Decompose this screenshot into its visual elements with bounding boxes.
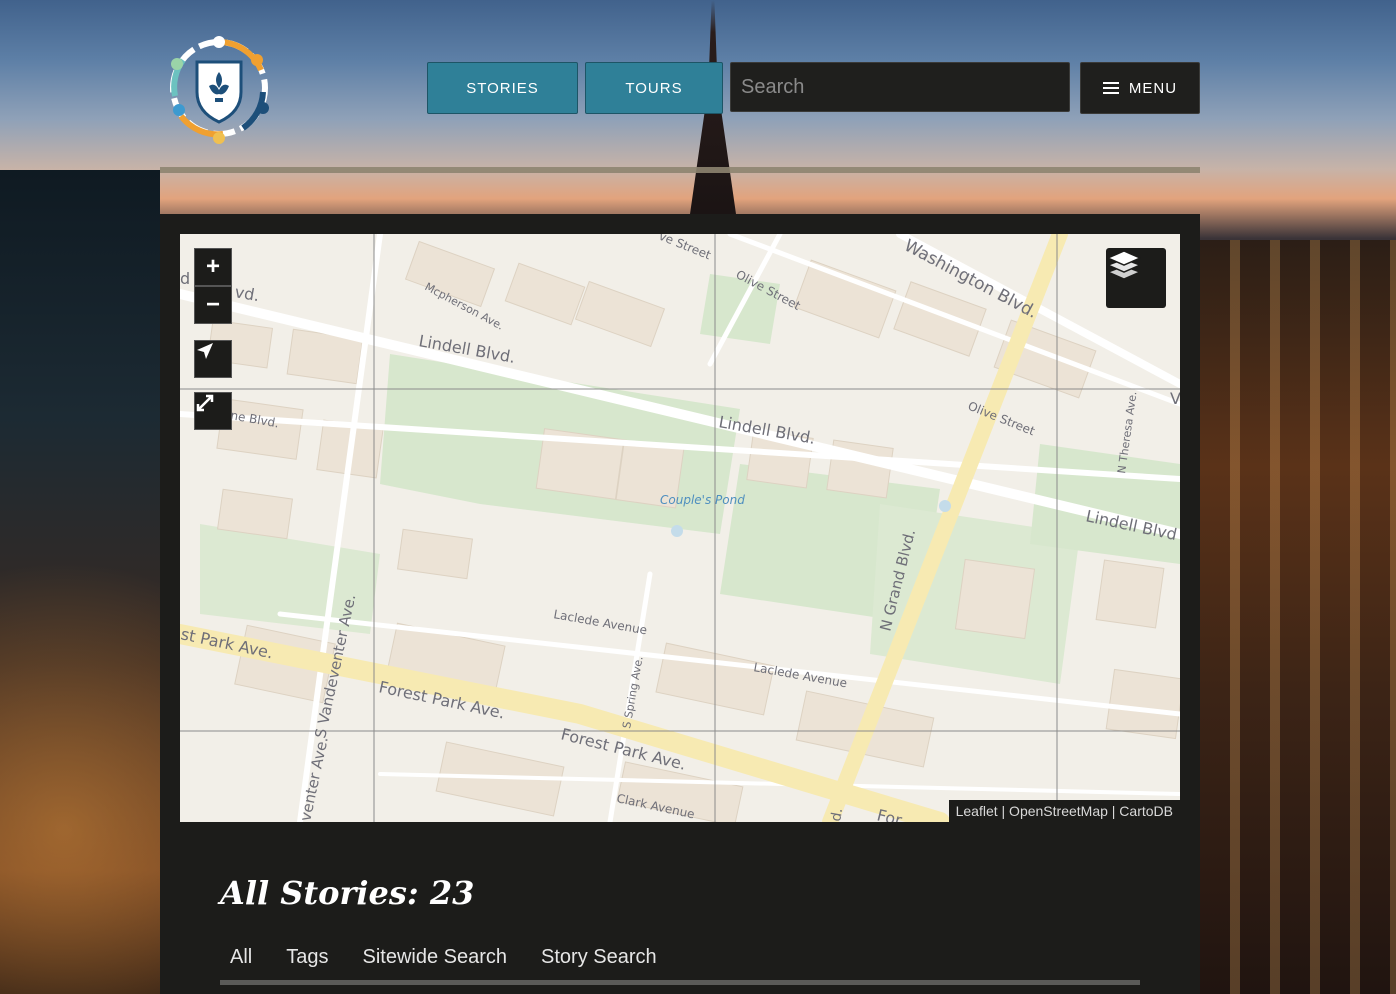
- search-input[interactable]: [730, 62, 1070, 112]
- nav-stories-button[interactable]: STORIES: [427, 62, 578, 114]
- location-arrow-icon: [197, 343, 213, 359]
- story-tabs: All Tags Sitewide Search Story Search: [220, 942, 1140, 985]
- map-attribution[interactable]: Leaflet | OpenStreetMap | CartoDB: [948, 800, 1180, 822]
- nav-tours-button[interactable]: TOURS: [585, 62, 723, 114]
- header-divider: [160, 167, 1200, 173]
- tab-tags[interactable]: Tags: [269, 942, 345, 976]
- map-label-lindell-left-prefix: d: [180, 269, 190, 288]
- main-panel: Washington Blvd. Olive Street Olive Stre…: [160, 214, 1200, 994]
- menu-label: MENU: [1128, 79, 1178, 97]
- zoom-out-button[interactable]: −: [194, 286, 232, 324]
- fullscreen-button[interactable]: [194, 392, 232, 430]
- map-label-pond: Couple's Pond: [660, 493, 745, 507]
- tab-story-search[interactable]: Story Search: [524, 942, 674, 976]
- map-tiles[interactable]: Washington Blvd. Olive Street Olive Stre…: [180, 234, 1180, 822]
- zoom-in-button[interactable]: +: [194, 248, 232, 286]
- layers-icon: [1106, 250, 1142, 280]
- layers-button[interactable]: [1106, 248, 1166, 308]
- map[interactable]: Washington Blvd. Olive Street Olive Stre…: [180, 234, 1180, 822]
- map-label-v-right: V: [1170, 389, 1180, 408]
- background-right-building: [1200, 240, 1396, 994]
- locate-button[interactable]: [194, 340, 232, 378]
- background-left-city: [0, 170, 160, 994]
- hamburger-icon: [1102, 82, 1119, 94]
- page-title: All Stories: 23: [220, 874, 475, 912]
- menu-button[interactable]: MENU: [1080, 62, 1200, 114]
- tab-all[interactable]: All: [220, 942, 269, 976]
- expand-icon: [196, 394, 214, 412]
- site-logo[interactable]: [163, 32, 275, 144]
- tab-sitewide-search[interactable]: Sitewide Search: [345, 942, 524, 976]
